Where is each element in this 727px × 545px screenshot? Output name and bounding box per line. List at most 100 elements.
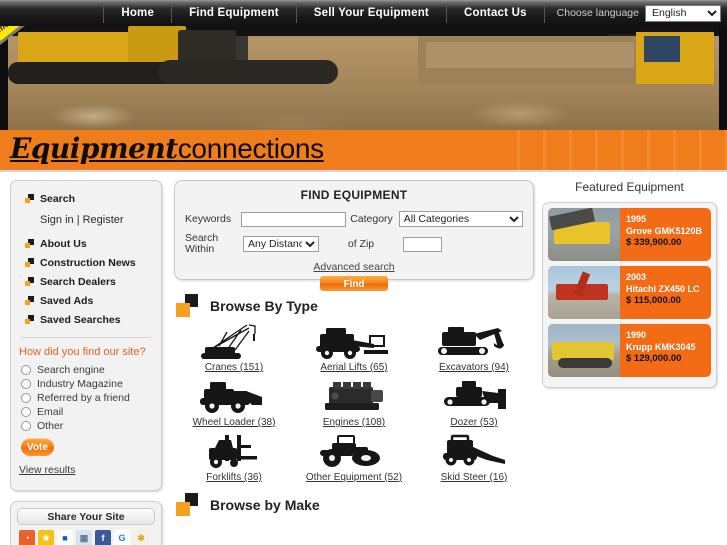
nav-contact-us[interactable]: Contact Us xyxy=(447,3,545,23)
poll-option-industry-magazine[interactable]: Industry Magazine xyxy=(11,377,161,391)
featured-equipment-photo xyxy=(548,208,620,261)
delicious-icon[interactable]: ■ xyxy=(57,530,73,545)
find-equipment-panel: FIND EQUIPMENT Keywords Category All Cat… xyxy=(174,180,534,291)
sidebar-item-label: Search Dealers xyxy=(40,275,116,288)
category-label: Category xyxy=(350,213,393,225)
sidebar-item-about-us[interactable]: About Us xyxy=(11,234,161,253)
browse-type-label: Engines (108) xyxy=(322,417,386,428)
radio-icon[interactable] xyxy=(21,393,31,403)
haul-truck-bed-inner-graphic xyxy=(426,42,634,68)
crane-icon xyxy=(188,324,280,360)
poll-option-search-engine[interactable]: Search engine xyxy=(11,363,161,377)
language-select[interactable]: English xyxy=(645,4,721,22)
facebook-icon[interactable]: f xyxy=(95,530,111,545)
nav-sell-your-equipment[interactable]: Sell Your Equipment xyxy=(297,3,447,23)
browse-type-label: Excavators (94) xyxy=(438,362,510,373)
featured-equipment-price: $ 115,000.00 xyxy=(626,295,681,307)
bullet-square-icon xyxy=(25,277,34,286)
site-logo[interactable]: Equipmentconnections xyxy=(10,132,324,165)
excavator-arm-graphic xyxy=(178,30,236,64)
sidebar-item-search[interactable]: Search xyxy=(11,189,161,208)
zip-label: of Zip xyxy=(347,238,375,250)
bullet-square-icon xyxy=(25,258,34,267)
radio-icon[interactable] xyxy=(21,365,31,375)
mixx-icon[interactable]: ◔ xyxy=(19,530,35,545)
browse-type-label: Skid Steer (16) xyxy=(440,472,508,483)
poll-option-email[interactable]: Email xyxy=(11,405,161,419)
radio-icon[interactable] xyxy=(21,407,31,417)
browse-type-wheel-loader[interactable]: Wheel Loader (38) xyxy=(174,379,294,428)
favorites-star-icon[interactable]: ★ xyxy=(38,530,54,545)
friendfeed-icon[interactable]: ▦ xyxy=(76,530,92,545)
haul-truck-wheel-front-graphic xyxy=(438,90,496,130)
radio-icon[interactable] xyxy=(21,421,31,431)
featured-equipment-card[interactable]: 2003 Hitachi ZX450 LC $ 115,000.00 xyxy=(548,266,711,319)
logo-word-connections: connections xyxy=(177,133,324,164)
other-equipment-icon xyxy=(308,434,400,470)
page-root: Home Find Equipment Sell Your Equipment … xyxy=(0,0,727,545)
poll-question: How did you find our site? xyxy=(19,346,146,358)
sign-in-register-link[interactable]: Sign in | Register xyxy=(11,208,161,234)
browse-type-dozer[interactable]: Dozer (53) xyxy=(414,379,534,428)
browse-type-excavator[interactable]: Excavators (94) xyxy=(414,324,534,373)
sidebar-nav-panel: Search Sign in | Register About Us Const… xyxy=(10,180,162,491)
featured-equipment-year: 2003 xyxy=(626,272,647,282)
share-icon-row-top: ◔ ★ ■ ▦ f G ✻ xyxy=(17,530,155,545)
featured-equipment-panel: 1995 Grove GMK5120B $ 339,900.00 2003 Hitach… xyxy=(542,202,717,388)
browse-type-aerial-lift[interactable]: Aerial Lifts (65) xyxy=(294,324,414,373)
featured-equipment-title: Featured Equipment xyxy=(575,180,684,194)
poll-option-label: Other xyxy=(37,420,64,432)
share-your-site-title: Share Your Site xyxy=(17,508,155,525)
featured-equipment-card[interactable]: 1995 Grove GMK5120B $ 339,900.00 xyxy=(548,208,711,261)
sidebar-item-search-dealers[interactable]: Search Dealers xyxy=(11,272,161,291)
center-column: FIND EQUIPMENT Keywords Category All Cat… xyxy=(174,180,534,523)
search-within-label: Search Within xyxy=(185,233,243,255)
poll-option-other[interactable]: Other xyxy=(11,419,161,433)
keywords-input[interactable] xyxy=(241,211,347,227)
browse-type-skid-steer[interactable]: Skid Steer (16) xyxy=(414,434,534,483)
browse-type-other-equipment[interactable]: Other Equipment (52) xyxy=(294,434,414,483)
bullet-square-icon xyxy=(25,315,34,324)
category-select[interactable]: All Categories xyxy=(398,211,523,227)
browse-by-type-header: Browse By Type xyxy=(174,294,534,318)
featured-equipment-details: 2003 Hitachi ZX450 LC $ 115,000.00 xyxy=(620,266,711,319)
excavator-track2-graphic xyxy=(158,60,338,84)
browse-type-crane[interactable]: Cranes (151) xyxy=(174,324,294,373)
sidebar-item-saved-ads[interactable]: Saved Ads xyxy=(11,291,161,310)
vote-button[interactable]: Vote xyxy=(21,438,54,456)
sidebar-item-construction-news[interactable]: Construction News xyxy=(11,253,161,272)
browse-by-make-header: Browse by Make xyxy=(174,493,534,517)
sidebar: Search Sign in | Register About Us Const… xyxy=(10,180,162,545)
aerial-lift-icon xyxy=(308,324,400,360)
sidebar-item-saved-searches[interactable]: Saved Searches xyxy=(11,310,161,329)
sidebar-item-label: Construction News xyxy=(40,256,136,269)
featured-equipment-model: Krupp KMK3045 xyxy=(626,342,696,353)
sidebar-item-label: Saved Ads xyxy=(40,294,94,307)
logo-bar-stripes xyxy=(517,130,727,170)
google-icon[interactable]: G xyxy=(114,530,130,545)
nav-home[interactable]: Home xyxy=(103,3,173,23)
radio-icon[interactable] xyxy=(21,379,31,389)
advanced-search-link[interactable]: Advanced search xyxy=(185,261,523,273)
haul-truck-window-graphic xyxy=(644,36,680,62)
view-results-link[interactable]: View results xyxy=(11,456,161,480)
find-button[interactable]: Find xyxy=(320,276,388,291)
nav-find-equipment[interactable]: Find Equipment xyxy=(172,3,297,23)
browse-type-label: Forklifts (36) xyxy=(206,472,262,483)
find-equipment-title: FIND EQUIPMENT xyxy=(300,188,408,202)
bullet-square-icon xyxy=(25,239,34,248)
poll-option-referred-by-a-friend[interactable]: Referred by a friend xyxy=(11,391,161,405)
poll-option-label: Industry Magazine xyxy=(37,378,123,390)
zip-input[interactable] xyxy=(403,236,442,252)
language-label: Choose language xyxy=(556,7,639,19)
share-burst-icon[interactable]: ✻ xyxy=(133,530,149,545)
skid-steer-icon xyxy=(428,434,520,470)
browse-type-engine[interactable]: Engines (108) xyxy=(294,379,414,428)
featured-equipment-card[interactable]: 1990 Krupp KMK3045 $ 129,000.00 xyxy=(548,324,711,377)
logo-bar: Equipmentconnections xyxy=(0,130,727,172)
browse-type-forklift[interactable]: Forklifts (36) xyxy=(174,434,294,483)
keywords-row: Keywords Category All Categories xyxy=(185,211,523,227)
distance-select[interactable]: Any Distance xyxy=(243,236,319,252)
sidebar-item-label: About Us xyxy=(40,237,87,250)
browse-by-make-title: Browse by Make xyxy=(210,497,320,513)
